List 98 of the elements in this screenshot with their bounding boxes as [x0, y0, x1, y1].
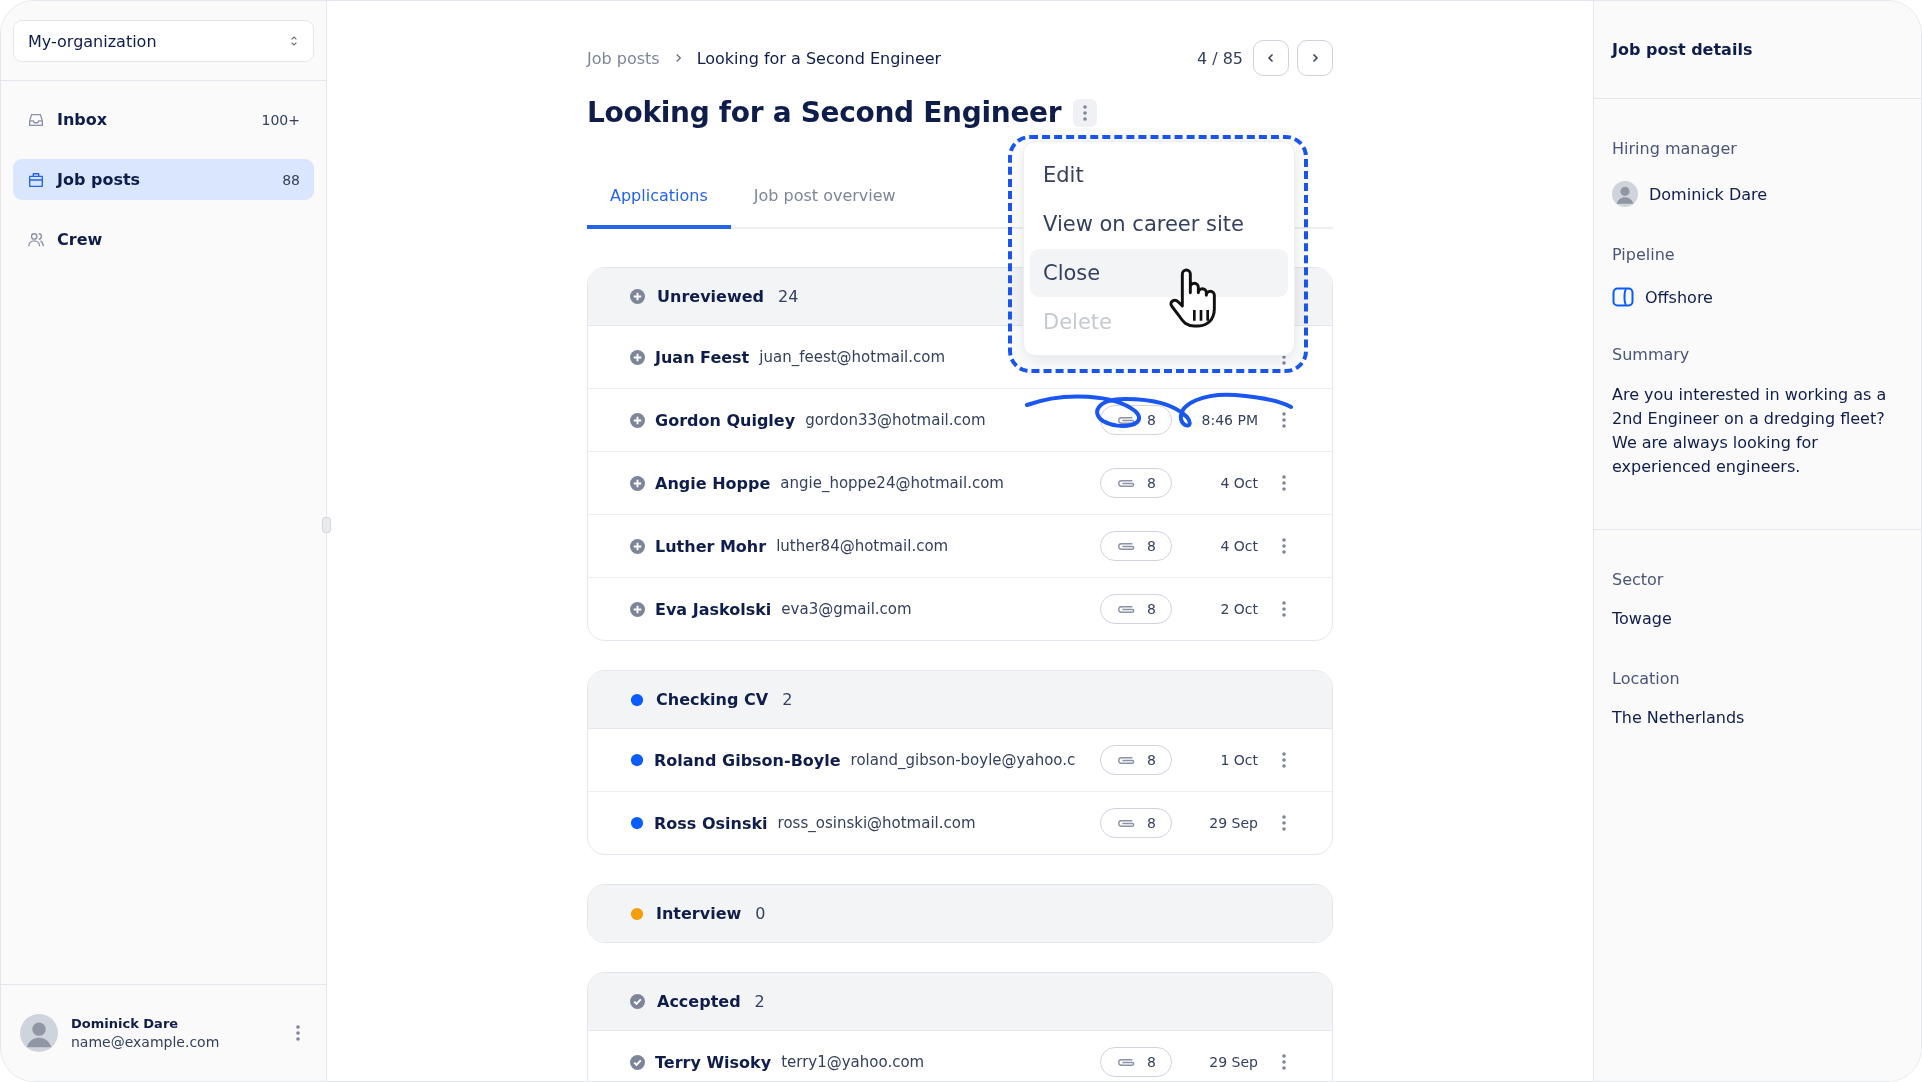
sidebar-item[interactable]: Job posts 88: [13, 159, 314, 200]
field-label: Sector: [1612, 569, 1665, 591]
breadcrumb-current: Looking for a Second Engineer: [696, 48, 943, 68]
applicant-email: gordon33@hotmail.com: [805, 411, 986, 429]
applicant-email: angie_hoppe24@hotmail.com: [780, 474, 1004, 492]
field-label: Pipeline: [1612, 244, 1676, 266]
check-circle-icon: [630, 994, 645, 1009]
applicant-date: 4 Oct: [1219, 538, 1258, 554]
field-label: Location: [1612, 668, 1681, 690]
more-icon[interactable]: [1282, 1054, 1286, 1070]
stage-name: Unreviewed: [657, 287, 764, 306]
applicant-email: roland_gibson-boyle@yahoo.c: [850, 751, 1076, 769]
pipeline-icon: [1612, 287, 1634, 307]
applicant-name: Gordon Quigley: [655, 410, 796, 430]
sidebar-item[interactable]: Inbox 100+: [13, 99, 314, 140]
more-icon[interactable]: [1282, 601, 1286, 617]
briefcase-icon: [27, 170, 45, 189]
stage-name: Accepted: [657, 992, 741, 1011]
page-title: Looking for a Second Engineer: [587, 96, 1062, 129]
organization-select[interactable]: My-organization: [13, 20, 314, 62]
paperclip-icon: [1116, 754, 1137, 766]
plus-circle-icon: [630, 412, 645, 428]
more-icon: [1083, 104, 1088, 121]
user-email: name@example.com: [71, 1034, 221, 1050]
plus-circle-icon: [630, 475, 645, 491]
user-name: Dominick Dare: [71, 1016, 180, 1031]
applicant-date: 1 Oct: [1219, 752, 1258, 768]
stage-count: 24: [778, 287, 799, 306]
applicant-name: Luther Mohr: [655, 536, 767, 556]
more-button[interactable]: [1073, 98, 1098, 127]
field-value: Towage: [1612, 608, 1673, 630]
paperclip-icon: [1116, 603, 1137, 615]
pager-count: 4 / 85: [1196, 48, 1243, 68]
field-value: Offshore: [1645, 287, 1713, 307]
applicant-row[interactable]: Luther Mohr luther84@hotmail.com 8 4 Oct: [588, 515, 1332, 578]
more-icon[interactable]: [1282, 815, 1286, 831]
applicant-row[interactable]: Terry Wisoky terry1@yahoo.com 8 29 Sep: [588, 1031, 1332, 1081]
menu-item[interactable]: Close: [1030, 249, 1288, 297]
field-value: Dominick Dare: [1649, 184, 1768, 204]
applicant-date: 29 Sep: [1208, 1054, 1258, 1070]
applicant-name: Angie Hoppe: [655, 473, 771, 493]
paperclip-icon: [1116, 477, 1137, 489]
applicant-row[interactable]: Gordon Quigley gordon33@hotmail.com 8 8:46 PM: [588, 389, 1332, 452]
more-icon[interactable]: [1282, 538, 1286, 554]
paperclip-icon: [1116, 817, 1137, 829]
stage-count: 0: [755, 904, 766, 923]
stage-name: Interview: [656, 904, 742, 923]
more-icon[interactable]: [1282, 752, 1286, 768]
plus-circle-icon: [630, 289, 645, 304]
chevron-right-icon: [1310, 53, 1320, 63]
applicant-email: luther84@hotmail.com: [776, 537, 949, 555]
stage-count: 2: [782, 690, 793, 709]
applicant-row[interactable]: Angie Hoppe angie_hoppe24@hotmail.com 8 4 Oct: [588, 452, 1332, 515]
tab[interactable]: Job post overview: [730, 165, 919, 229]
applicant-email: terry1@yahoo.com: [781, 1053, 925, 1071]
avatar: [1612, 181, 1638, 207]
tab[interactable]: Applications: [587, 165, 731, 229]
applicant-date: 4 Oct: [1219, 475, 1258, 491]
chevron-up-down-icon: [290, 35, 298, 47]
stage-name: Checking CV: [656, 690, 769, 709]
applicant-row[interactable]: Ross Osinski ross_osinski@hotmail.com 8 29 Sep: [588, 792, 1332, 854]
plus-circle-icon: [630, 538, 645, 554]
field-label: Summary: [1612, 344, 1691, 366]
stage-count: 2: [754, 992, 765, 1011]
field-value: The Netherlands: [1612, 707, 1746, 729]
resize-handle[interactable]: [322, 517, 331, 533]
paperclip-icon: [1116, 1056, 1137, 1068]
applicant-name: Terry Wisoky: [655, 1052, 772, 1072]
applicant-name: Roland Gibson-Boyle: [654, 750, 841, 770]
applicant-name: Eva Jaskolski: [655, 599, 772, 619]
menu-item[interactable]: View on career site: [1030, 200, 1288, 248]
applicant-name: Ross Osinski: [654, 813, 768, 833]
field-label: Hiring manager: [1612, 138, 1738, 160]
plus-circle-icon: [630, 601, 645, 617]
people-icon: [27, 230, 45, 249]
more-icon[interactable]: [1282, 475, 1286, 491]
applicant-row[interactable]: Eva Jaskolski eva3@gmail.com 8 2 Oct: [588, 578, 1332, 640]
applicant-row[interactable]: Roland Gibson-Boyle roland_gibson-boyle@yahoo.c 8 1 Oct: [588, 729, 1332, 792]
paperclip-icon: [1116, 540, 1137, 552]
breadcrumb-link[interactable]: Job posts: [587, 48, 660, 68]
applicant-date: 8:46 PM: [1200, 412, 1258, 428]
avatar: [20, 1014, 58, 1052]
applicant-name: Juan Feest: [655, 347, 750, 367]
menu-item[interactable]: Edit: [1030, 151, 1288, 199]
plus-circle-icon: [630, 349, 645, 365]
sidebar-item[interactable]: Crew: [13, 219, 314, 260]
chevron-left-icon: [1266, 53, 1276, 63]
panel-title: Job post details: [1612, 40, 1753, 59]
field-value: Are you interested in working as a 2nd Engineer on a dredging fleet? We are always looking for experienced engineers.: [1612, 384, 1887, 478]
applicant-date: 2 Oct: [1219, 601, 1258, 617]
applicant-email: eva3@gmail.com: [781, 600, 912, 618]
applicant-email: juan_feest@hotmail.com: [759, 348, 946, 366]
more-icon[interactable]: [296, 1025, 300, 1041]
paperclip-icon: [1116, 414, 1137, 426]
check-circle-icon: [630, 1054, 645, 1070]
applicant-date: 29 Sep: [1208, 815, 1258, 831]
more-icon[interactable]: [1282, 412, 1286, 428]
applicant-email: ross_osinski@hotmail.com: [777, 814, 976, 832]
